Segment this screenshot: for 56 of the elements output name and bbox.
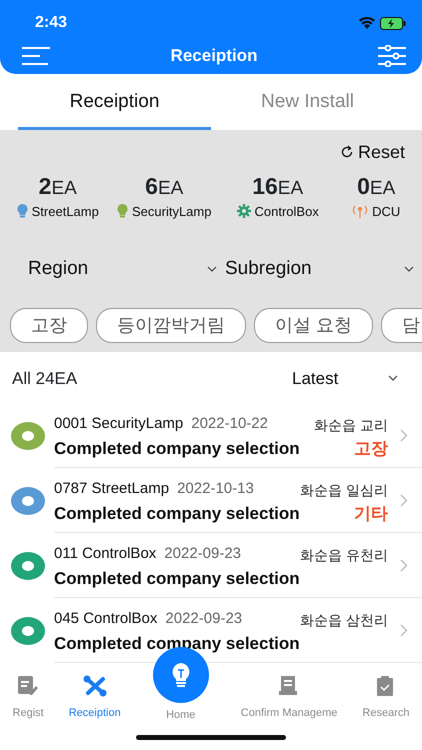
chevron-down-icon [388, 375, 398, 382]
item-title: 0787 StreetLamp [54, 479, 170, 500]
screen-title: Receiption [170, 45, 258, 68]
status-time: 2:43 [35, 13, 68, 33]
list-row[interactable]: 0001 SecurityLamp 2022-10-22 화순읍 교리 Completed company selection 고장 [54, 403, 422, 468]
item-date: 2022-10-13 [177, 479, 254, 500]
count-value: 6EA [145, 174, 184, 198]
location-label: 화순읍 일심리 [300, 480, 388, 500]
chevron-right-icon[interactable] [400, 494, 408, 506]
chevron-right-icon[interactable] [400, 558, 408, 572]
tools-icon [82, 674, 107, 696]
filter-chip[interactable]: 이설 요청 [254, 308, 374, 342]
wifi-icon [358, 16, 376, 30]
item-date: 2022-09-23 [164, 544, 242, 564]
status-text: Completed company selection [54, 568, 300, 590]
sort-dropdown[interactable]: Latest [292, 366, 398, 391]
location-label: 화순읍 삼천리 [300, 610, 388, 630]
item-title: 0001 SecurityLamp [54, 414, 184, 434]
item-title: 011 ControlBox [54, 544, 156, 564]
count-value: 2EA [38, 174, 77, 198]
dropdown[interactable]: Subregion [225, 255, 414, 284]
location-label: 화순읍 유천리 [300, 546, 388, 565]
bulb-icon [170, 662, 192, 688]
category-tag: 기타 [354, 500, 388, 526]
filter-chip[interactable]: 담 [381, 308, 422, 342]
device-type-label: SecurityLamp [132, 202, 212, 221]
total-count: All 24EA [12, 368, 78, 390]
filter-settings-icon[interactable] [378, 45, 406, 67]
status-text: Completed company selection [54, 502, 300, 525]
reset-button[interactable]: Reset [338, 138, 406, 166]
status-text: Completed company selection [54, 438, 300, 460]
chevron-down-icon [207, 266, 217, 272]
edit-icon [16, 674, 40, 696]
location-label: 화순읍 교리 [314, 416, 388, 435]
item-date: 2022-10-22 [191, 414, 268, 434]
dropdown[interactable]: Region [28, 255, 217, 284]
device-type-label: ControlBox [254, 202, 319, 220]
menu-icon[interactable] [22, 46, 50, 66]
filter-chip[interactable]: 등이깜박거림 [96, 308, 246, 342]
chevron-down-icon [404, 266, 414, 272]
count-value: 16EA [252, 174, 304, 198]
nav-tab[interactable]: Receiption [68, 674, 121, 721]
device-type-label: DCU [372, 202, 400, 220]
count-value: 0EA [357, 174, 396, 198]
item-date: 2022-09-23 [165, 609, 242, 630]
refresh-icon [340, 145, 354, 159]
device-type-label: StreetLamp [32, 202, 99, 221]
tab[interactable]: New Install [211, 78, 404, 130]
item-title: 045 ControlBox [54, 609, 158, 630]
list-row[interactable]: 0787 StreetLamp 2022-10-13 화순읍 일심리 Completed company selection 기타 [54, 468, 422, 533]
battery-icon [380, 16, 406, 30]
chevron-right-icon[interactable] [400, 624, 408, 636]
chevron-right-icon[interactable] [400, 428, 408, 442]
list-row[interactable]: 011 ControlBox 2022-09-23 화순읍 유천리 Completed company selection [54, 533, 422, 598]
category-tag: 고장 [354, 436, 388, 462]
filter-chip[interactable]: 고장 [10, 308, 88, 342]
